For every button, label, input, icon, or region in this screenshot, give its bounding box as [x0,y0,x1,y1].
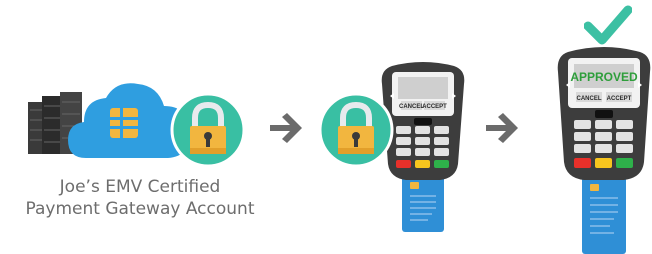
padlock-icon [318,92,394,168]
terminal-right: APPROVED CANCEL ACCEPT [557,47,651,254]
arrow-right-icon [486,113,518,143]
caption-line-2: Payment Gateway Account [25,199,255,219]
credit-card-icon [402,174,444,232]
cancel-label: CANCEL [577,96,602,102]
arrow-right-icon [270,113,302,143]
accept-label: ACCEPT [422,104,447,110]
padlock-icon [170,92,246,168]
gateway-account-caption: Joe’s EMV Certified Payment Gateway Acco… [10,176,270,220]
checkmark-icon [584,5,632,45]
cancel-label: CANCEL [399,104,424,110]
caption-line-1: Joe’s EMV Certified [59,177,221,197]
credit-card-icon [582,174,626,254]
approved-status: APPROVED [570,70,638,84]
accept-label: ACCEPT [607,96,632,102]
